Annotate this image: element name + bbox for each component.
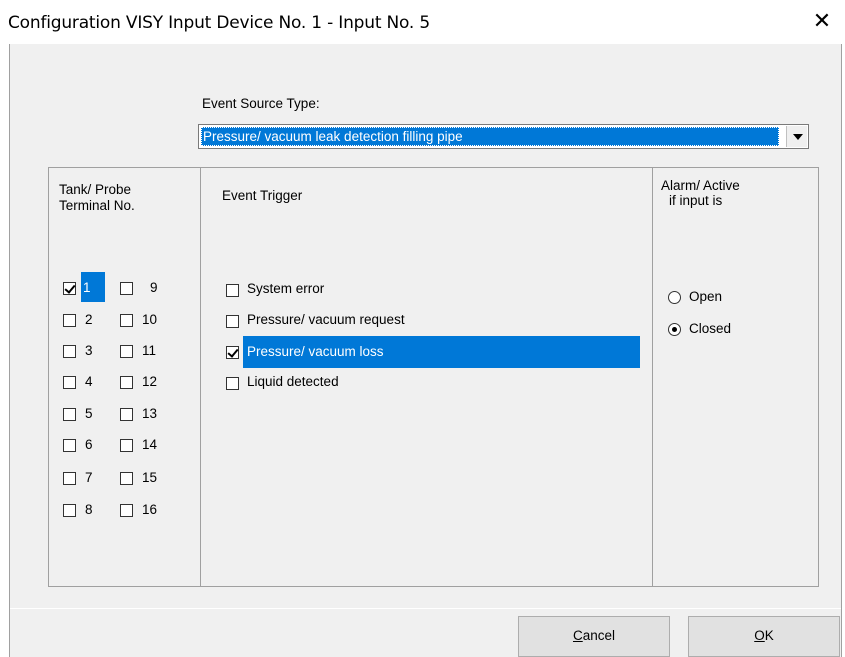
dialog-body: Event Source Type: Pressure/ vacuum leak… bbox=[10, 44, 841, 657]
radio-closed[interactable] bbox=[668, 323, 681, 336]
terminal-checkbox[interactable] bbox=[120, 282, 133, 295]
terminal-checkbox[interactable] bbox=[63, 408, 76, 421]
terminal-checkbox[interactable] bbox=[120, 376, 133, 389]
trigger-checkbox[interactable] bbox=[226, 315, 239, 328]
terminal-label: 5 bbox=[85, 406, 93, 421]
ok-label: K bbox=[764, 628, 774, 643]
event-source-select[interactable]: Pressure/ vacuum leak detection filling … bbox=[198, 124, 809, 149]
terminal-label: 6 bbox=[85, 437, 93, 452]
terminal-label: 9 bbox=[150, 280, 158, 295]
title-bar: Configuration VISY Input Device No. 1 - … bbox=[0, 0, 845, 44]
terminal-checkbox[interactable] bbox=[63, 282, 76, 295]
trigger-checkbox[interactable] bbox=[226, 377, 239, 390]
trigger-checkbox[interactable] bbox=[226, 346, 239, 359]
cancel-label: ancel bbox=[582, 628, 616, 643]
trigger-label: Pressure/ vacuum loss bbox=[247, 344, 384, 359]
cancel-button[interactable]: Cancel bbox=[518, 616, 670, 657]
window-title: Configuration VISY Input Device No. 1 - … bbox=[8, 13, 430, 33]
event-source-label: Event Source Type: bbox=[202, 96, 320, 111]
terminal-label: 8 bbox=[85, 502, 93, 517]
terminal-checkbox[interactable] bbox=[120, 504, 133, 517]
terminal-label: 10 bbox=[142, 312, 158, 327]
cancel-label-initial: C bbox=[572, 628, 583, 643]
terminal-checkbox[interactable] bbox=[120, 439, 133, 452]
terminal-checkbox[interactable] bbox=[63, 345, 76, 358]
window-border-right bbox=[841, 44, 842, 657]
alarm-active-header: Alarm/ Active bbox=[661, 178, 740, 193]
radio-label: Closed bbox=[689, 321, 732, 336]
column-divider bbox=[200, 168, 201, 586]
terminal-checkbox[interactable] bbox=[63, 314, 76, 327]
event-source-value: Pressure/ vacuum leak detection filling … bbox=[201, 127, 779, 146]
terminal-checkbox[interactable] bbox=[63, 376, 76, 389]
column-divider bbox=[652, 168, 653, 586]
terminal-label: 3 bbox=[85, 343, 93, 358]
terminal-label: 12 bbox=[142, 374, 158, 389]
radio-label: Open bbox=[689, 289, 723, 304]
terminal-label: 15 bbox=[142, 470, 158, 485]
event-trigger-header: Event Trigger bbox=[222, 188, 303, 203]
ok-label-initial: O bbox=[754, 628, 765, 643]
terminal-checkbox[interactable] bbox=[63, 504, 76, 517]
ok-button[interactable]: OK bbox=[688, 616, 840, 657]
terminal-label: 4 bbox=[85, 374, 93, 389]
divider bbox=[10, 608, 841, 609]
chevron-down-icon bbox=[793, 134, 803, 140]
terminal-label: 7 bbox=[85, 470, 93, 485]
terminal-no-header: Terminal No. bbox=[59, 198, 135, 213]
trigger-label: System error bbox=[247, 281, 325, 296]
terminal-checkbox[interactable] bbox=[63, 439, 76, 452]
if-input-is-header: if input is bbox=[669, 193, 723, 208]
terminal-checkbox[interactable] bbox=[120, 314, 133, 327]
trigger-label: Pressure/ vacuum request bbox=[247, 312, 405, 327]
dropdown-button[interactable] bbox=[786, 126, 807, 147]
trigger-label: Liquid detected bbox=[247, 374, 339, 389]
terminal-label: 11 bbox=[142, 343, 157, 358]
radio-open[interactable] bbox=[668, 291, 681, 304]
terminal-label: 2 bbox=[85, 312, 93, 327]
terminal-checkbox[interactable] bbox=[63, 472, 76, 485]
tank-probe-header: Tank/ Probe bbox=[59, 182, 132, 197]
terminal-checkbox[interactable] bbox=[120, 345, 133, 358]
terminal-checkbox[interactable] bbox=[120, 408, 133, 421]
close-icon[interactable]: ✕ bbox=[799, 0, 845, 44]
trigger-checkbox[interactable] bbox=[226, 284, 239, 297]
terminal-label: 14 bbox=[142, 437, 158, 452]
terminal-checkbox[interactable] bbox=[120, 472, 133, 485]
terminal-label: 13 bbox=[142, 406, 158, 421]
config-panel: Tank/ Probe Terminal No. Event Trigger A… bbox=[48, 167, 819, 587]
terminal-label: 1 bbox=[83, 280, 91, 295]
terminal-label: 16 bbox=[142, 502, 158, 517]
